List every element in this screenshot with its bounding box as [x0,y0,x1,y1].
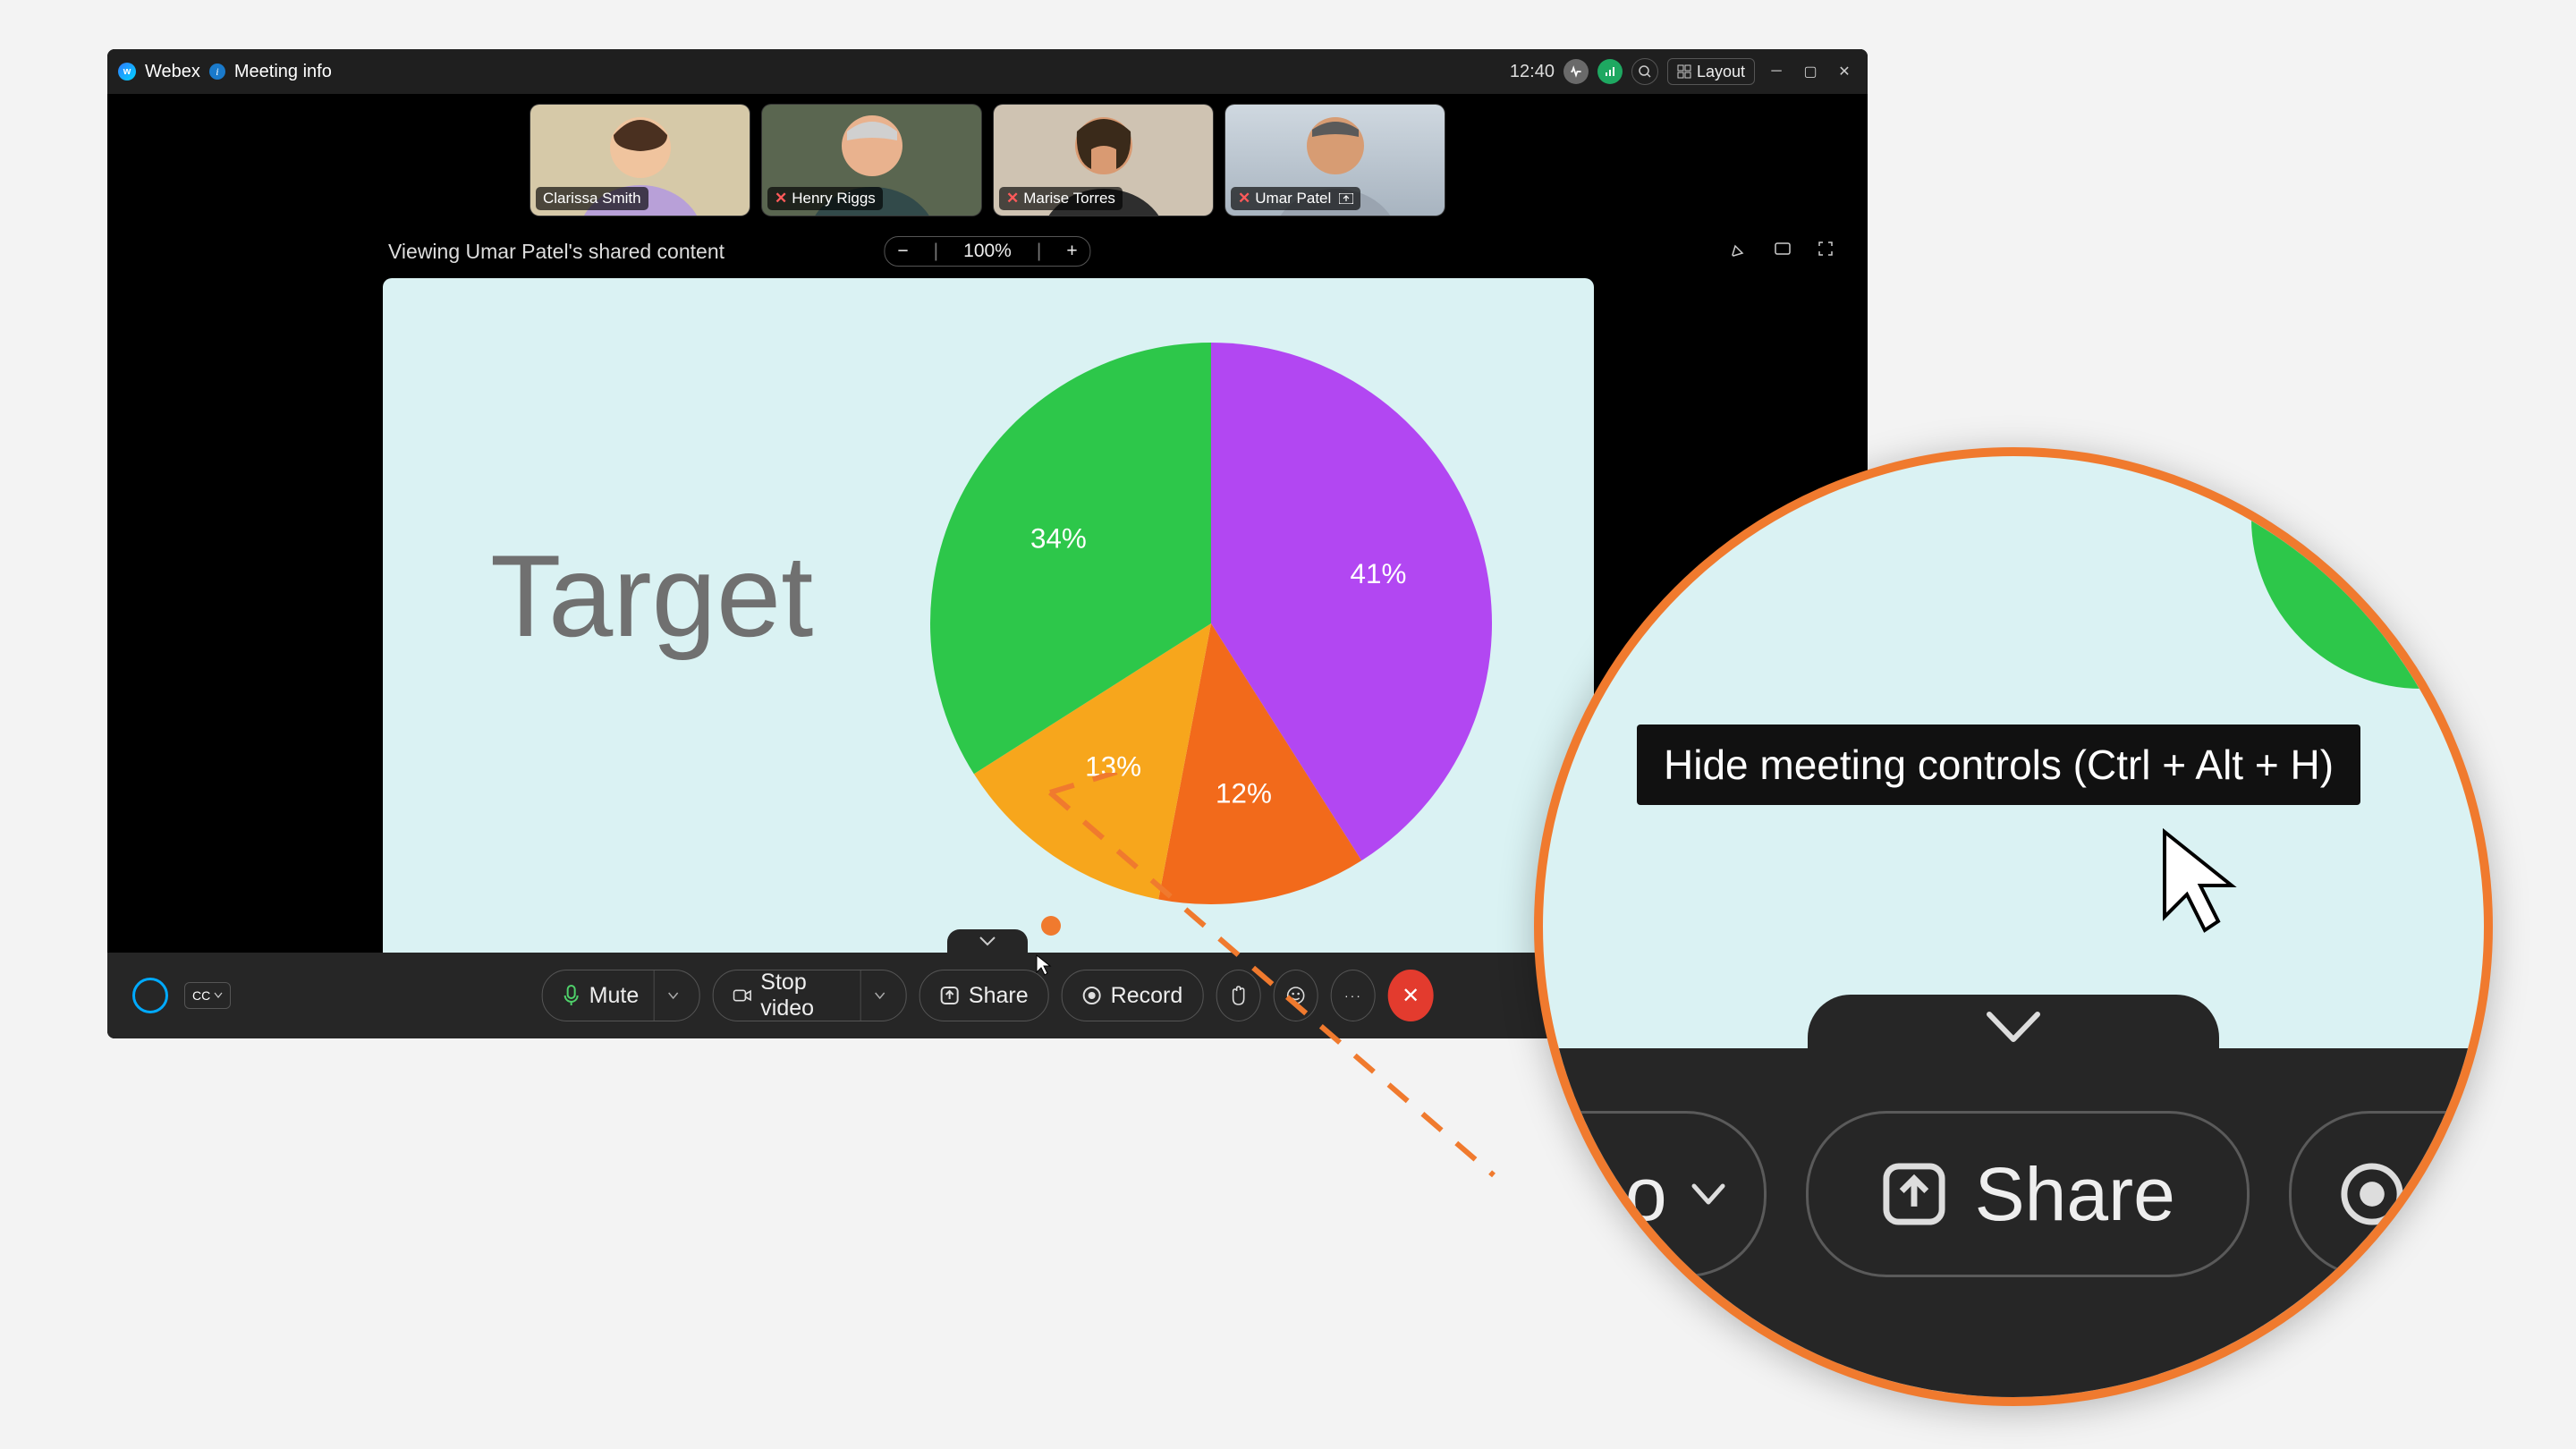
zoom-in-button[interactable]: + [1054,241,1089,262]
meeting-info-label[interactable]: Meeting info [234,62,332,82]
participant-tile[interactable]: ✕ Umar Patel [1225,105,1445,216]
mic-muted-icon: ✕ [1006,190,1019,208]
participant-name: Henry Riggs [792,190,876,208]
share-icon [1880,1160,1948,1228]
share-button[interactable]: Share [1806,1111,2250,1277]
info-icon[interactable]: i [209,64,225,80]
share-label: Share [969,983,1029,1009]
participant-name: Umar Patel [1255,190,1331,208]
hide-controls-tab[interactable] [1808,995,2219,1059]
app-name: Webex [145,62,200,82]
chevron-down-icon [978,935,997,947]
stop-video-label: Stop video [760,970,846,1021]
shared-content: Target 41% 12% 13% 34% [383,278,1594,965]
raise-hand-button[interactable] [1216,970,1260,1021]
pie-edge-decor [2251,447,2493,689]
viewing-bar: Viewing Umar Patel's shared content − | … [107,232,1868,271]
chevron-down-icon [1982,1007,2045,1046]
cursor-icon [1036,954,1052,976]
presenting-icon [1339,193,1353,204]
clock: 12:40 [1510,62,1555,82]
annotate-icon[interactable] [1730,239,1750,264]
hide-controls-tab[interactable] [947,929,1028,953]
fullscreen-icon[interactable] [1816,239,1835,264]
slide-title: Target [490,529,813,663]
more-options-button[interactable]: ··· [1331,970,1376,1021]
minimize-icon[interactable]: ─ [1764,59,1789,84]
stop-video-label-partial: eo [1583,1151,1666,1238]
cc-button[interactable]: CC [184,982,231,1009]
participant-tile[interactable]: Clarissa Smith [530,105,750,216]
emoji-icon [1285,985,1307,1006]
layout-button[interactable]: Layout [1667,58,1755,85]
magnified-toolbar: eo Share [1543,1048,2484,1397]
record-icon [1082,986,1102,1005]
zoom-value: 100% [951,241,1024,262]
network-indicator-icon[interactable] [1597,59,1623,84]
cc-label: CC [192,988,210,1003]
layout-label: Layout [1697,63,1745,81]
participant-name: Clarissa Smith [543,190,641,208]
microphone-icon [563,985,580,1006]
participant-name: Marise Torres [1023,190,1115,208]
health-indicator-icon[interactable] [1563,59,1589,84]
mute-button[interactable]: Mute [542,970,700,1021]
ellipsis-icon: ··· [1344,988,1362,1003]
participant-tile[interactable]: ✕ Henry Riggs [762,105,981,216]
record-button[interactable]: Record [1062,970,1204,1021]
grid-icon [1677,64,1691,79]
viewing-label: Viewing Umar Patel's shared content [388,240,724,264]
chevron-down-icon [214,992,223,999]
close-icon[interactable]: ✕ [1832,59,1857,84]
leave-meeting-button[interactable]: ✕ [1388,970,1433,1021]
maximize-icon[interactable]: ▢ [1798,59,1823,84]
mute-label: Mute [589,983,640,1009]
pie-chart: 41% 12% 13% 34% [930,343,1492,904]
cursor-icon [2160,827,2241,935]
video-icon [733,987,751,1004]
magnifier-inset: Hide meeting controls (Ctrl + Alt + H) e… [1534,447,2493,1406]
reactions-button[interactable] [1274,970,1318,1021]
callout-origin-dot [1041,916,1061,936]
share-button[interactable]: Share [919,970,1049,1021]
webex-logo-icon: w [118,63,136,80]
close-icon: ✕ [1402,983,1419,1009]
stop-video-button-partial[interactable]: eo [1574,1111,1766,1277]
popout-icon[interactable] [1773,239,1792,264]
svg-text:41%: 41% [1351,558,1407,589]
mute-options[interactable] [653,970,679,1021]
chevron-down-icon [1689,1181,1728,1208]
record-button-partial[interactable] [2289,1111,2453,1277]
record-icon [2338,1160,2406,1228]
titlebar: w Webex i Meeting info 12:40 Layout [107,49,1868,94]
share-icon [940,986,960,1005]
share-label: Share [1975,1151,2175,1238]
participant-filmstrip: Clarissa Smith ✕Henry Riggs ✕Marise Torr [107,105,1868,221]
self-avatar[interactable] [132,978,168,1013]
stop-video-button[interactable]: Stop video [712,970,907,1021]
video-options[interactable] [860,970,886,1021]
mic-muted-icon: ✕ [775,190,787,208]
participant-tile[interactable]: ✕Marise Torres [994,105,1213,216]
zoom-control[interactable]: − | 100% | + [884,236,1090,267]
svg-text:12%: 12% [1216,778,1272,809]
mic-muted-icon: ✕ [1238,190,1250,208]
svg-text:13%: 13% [1085,750,1141,782]
hide-controls-tooltip: Hide meeting controls (Ctrl + Alt + H) [1637,724,2360,805]
record-label: Record [1111,983,1183,1009]
svg-text:34%: 34% [1030,523,1087,555]
search-icon[interactable] [1631,58,1658,85]
hand-icon [1227,985,1249,1006]
zoom-out-button[interactable]: − [885,241,920,262]
